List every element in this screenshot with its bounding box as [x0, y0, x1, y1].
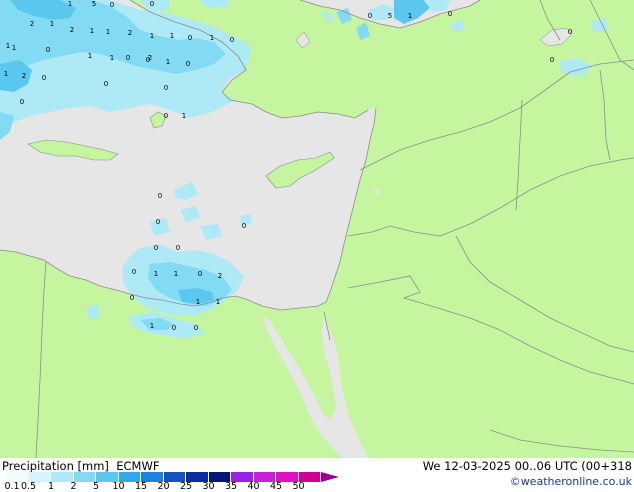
precip-label: 0: [158, 192, 162, 200]
precip-label: 1: [150, 322, 154, 330]
precip-label: 1: [182, 112, 186, 120]
precip-label: 0: [448, 10, 452, 18]
scale-tick-label: 25: [179, 481, 193, 492]
scale-tick-label: 0.5: [20, 481, 37, 492]
precip-label: 1: [166, 58, 170, 66]
precip-label: 0: [156, 218, 160, 226]
credit-link[interactable]: ©weatheronline.co.uk: [510, 475, 632, 488]
precip-label: 2: [128, 29, 132, 37]
precip-label: 0: [550, 56, 554, 64]
precip-label: 0: [46, 46, 50, 54]
valid-time: We 12-03-2025 00..06 UTC (00+318: [422, 459, 632, 473]
scale-tick-label: 1: [47, 481, 55, 492]
precip-label: 0: [368, 12, 372, 20]
precip-label: 1: [216, 298, 220, 306]
precip-label: 0: [568, 28, 572, 36]
precip-label: 2: [218, 272, 222, 280]
precip-label: 0: [194, 324, 198, 332]
scale-tick-label: 20: [157, 481, 170, 492]
precip-label: 1: [150, 32, 154, 40]
precip-label: 0: [188, 34, 192, 42]
precip-label: 0: [130, 294, 134, 302]
map-footer: Precipitation [mm] ECMWF We 12-03-2025 0…: [0, 458, 634, 492]
precip-label: 1: [50, 20, 54, 28]
precip-label: 0: [230, 36, 234, 44]
precip-label: 0: [186, 60, 190, 68]
precip-label: 2: [22, 72, 26, 80]
precip-label: 0: [164, 84, 168, 92]
precip-label: 2: [70, 26, 74, 34]
scale-tick-label: 5: [92, 481, 100, 492]
precip-label: 1: [6, 42, 10, 50]
precip-label: 0: [154, 244, 158, 252]
precip-label: 1: [88, 52, 92, 60]
precip-label: 0: [20, 98, 24, 106]
precip-label: 5: [92, 0, 96, 8]
scale-tick-label: 40: [247, 481, 260, 492]
scale-tick-label: 45: [269, 481, 283, 492]
precip-label: 1: [196, 298, 200, 306]
precip-label: 0: [132, 268, 136, 276]
precip-label: 0: [150, 0, 154, 8]
precip-label: 0: [172, 324, 176, 332]
precip-label: 1: [110, 54, 114, 62]
precip-label: 0: [42, 74, 46, 82]
precip-label: 0: [110, 1, 114, 9]
precip-label: 0: [198, 270, 202, 278]
precipitation-map[interactable]: 2 1 1 5 0 1 2 1 1 2 1 1 0 1 0 1 0 1 0 1 …: [0, 0, 634, 458]
precip-label: 2: [148, 54, 152, 62]
precip-label: 1: [68, 0, 72, 8]
legend-title: Precipitation [mm] ECMWF: [2, 459, 159, 473]
scale-tick-label: 10: [112, 481, 125, 492]
precip-label: 0: [164, 112, 168, 120]
scale-tick-label: 35: [224, 481, 238, 492]
precip-label: 0: [104, 80, 108, 88]
precip-label: 1: [90, 27, 94, 35]
precip-label: 1: [4, 70, 8, 78]
scale-tick-label: 2: [70, 481, 77, 492]
precip-label: 2: [30, 20, 34, 28]
precip-label: 0: [176, 244, 180, 252]
precip-label: 1: [408, 12, 412, 20]
precip-label: 1: [12, 44, 16, 52]
scale-tick-label: 30: [202, 481, 215, 492]
precip-label: 1: [174, 270, 178, 278]
scale-tick-label: 0.1: [4, 481, 20, 492]
precip-label: 1: [106, 28, 110, 36]
precip-label: 5: [388, 12, 392, 20]
precip-label: 1: [154, 270, 158, 278]
precip-label: 0: [242, 222, 246, 230]
precip-label: 0: [126, 54, 130, 62]
legend-title-text: Precipitation [mm]: [2, 459, 109, 473]
precip-label: 1: [170, 32, 174, 40]
scale-tick-label: 50: [292, 481, 305, 492]
precip-label: 1: [210, 34, 214, 42]
map-canvas[interactable]: 2 1 1 5 0 1 2 1 1 2 1 1 0 1 0 1 0 1 0 1 …: [0, 0, 634, 458]
model-name: ECMWF: [116, 459, 160, 473]
scale-tick-label: 15: [134, 481, 148, 492]
